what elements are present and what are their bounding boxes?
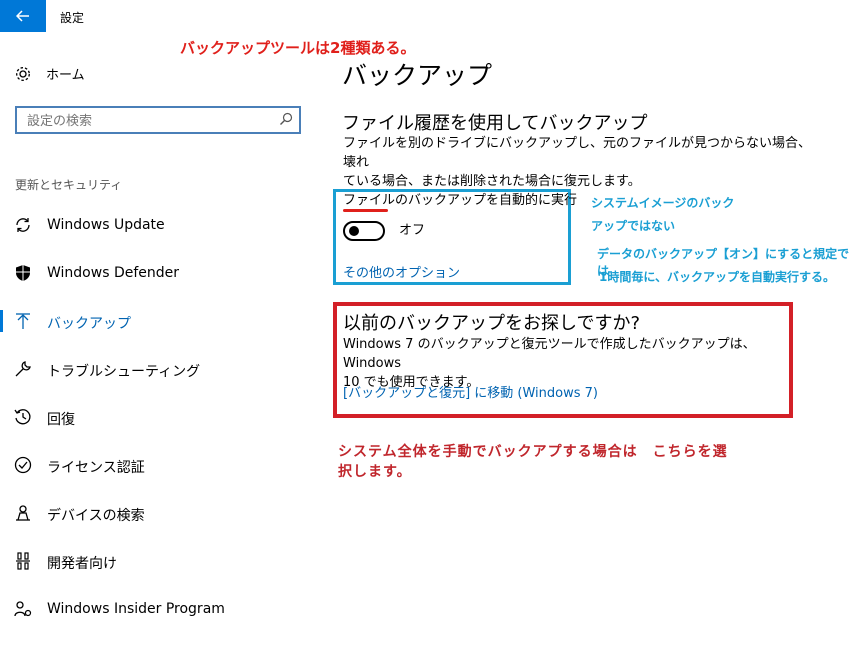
page-title: バックアップ — [342, 61, 493, 90]
check-circle-icon — [14, 456, 32, 474]
window-title: 設定 — [60, 11, 85, 25]
wrench-icon — [15, 361, 31, 377]
sidebar-item-developers[interactable]: 開発者向け — [0, 541, 320, 581]
auto-backup-toggle[interactable] — [343, 221, 385, 241]
sidebar-item-activation[interactable]: ライセンス認証 — [0, 445, 320, 485]
sidebar-item-label: バックアップ — [47, 316, 131, 332]
insider-icon — [14, 601, 32, 617]
section-label: 更新とセキュリティ — [15, 178, 123, 192]
file-history-description: ファイルを別のドライブにバックアップし、元のファイルが見つからない場合、壊れ て… — [343, 134, 813, 191]
sidebar-item-backup[interactable]: バックアップ — [0, 301, 320, 341]
sidebar-item-windows-update[interactable]: Windows Update — [0, 205, 320, 245]
sidebar-item-label: トラブルシューティング — [47, 364, 201, 380]
sidebar-item-label: 回復 — [47, 412, 75, 428]
sidebar-item-label: 開発者向け — [47, 556, 117, 572]
sidebar-item-windows-defender[interactable]: Windows Defender — [0, 253, 320, 293]
auto-backup-label: ファイルのバックアップを自動的に実行 — [343, 193, 578, 208]
toggle-knob — [349, 226, 359, 236]
sidebar-item-label: デバイスの検索 — [47, 508, 145, 524]
description-line: ファイルを別のドライブにバックアップし、元のファイルが見つからない場合、壊れ — [343, 136, 812, 170]
sidebar-item-label: Windows Update — [47, 217, 165, 233]
sidebar-item-find-device[interactable]: デバイスの検索 — [0, 493, 320, 533]
backup-restore-link[interactable]: [バックアップと復元] に移動 (Windows 7) — [343, 382, 598, 401]
annotation-red-note: システム全体を手動でバックアプする場合は こちらを選 択します。 — [338, 442, 788, 482]
sync-icon — [16, 218, 30, 232]
developer-icon — [16, 552, 30, 570]
annotation-underline — [343, 209, 388, 212]
sidebar-item-label: Windows Defender — [47, 265, 180, 281]
sidebar-item-recovery[interactable]: 回復 — [0, 397, 320, 437]
annotation-blue-line: アップではない — [591, 219, 676, 233]
sidebar-item-label: ライセンス認証 — [47, 460, 145, 476]
annotation-blue-line: システムイメージのバック — [591, 196, 735, 210]
arrow-up-icon — [16, 313, 30, 329]
annotation-top: バックアップツールは2種類ある。 — [180, 39, 416, 57]
home-label: ホーム — [46, 68, 85, 83]
search-icon[interactable] — [279, 112, 293, 126]
toggle-state-label: オフ — [399, 223, 426, 238]
file-history-heading: ファイル履歴を使用してバックアップ — [342, 113, 648, 134]
search-input[interactable] — [25, 111, 269, 131]
sidebar-item-label: Windows Insider Program — [47, 601, 225, 617]
back-button[interactable] — [0, 0, 46, 32]
search-box[interactable] — [15, 106, 301, 134]
annotation-blue-line: 1時間毎に、バックアップを自動実行する。 — [599, 270, 835, 284]
annotation-line: システム全体を手動でバックアプする場合は こちらを選 — [338, 444, 728, 460]
sidebar-item-insider[interactable]: Windows Insider Program — [0, 589, 320, 629]
older-backup-heading: 以前のバックアップをお探しですか? — [343, 313, 641, 334]
sidebar-item-troubleshoot[interactable]: トラブルシューティング — [0, 349, 320, 389]
annotation-line: 択します。 — [338, 464, 412, 480]
history-icon — [14, 409, 31, 425]
gear-icon — [16, 66, 30, 81]
person-pin-icon — [16, 505, 30, 521]
home-link[interactable]: ホーム — [14, 64, 85, 83]
title-bar — [0, 0, 856, 32]
shield-icon — [16, 265, 30, 281]
description-line: Windows 7 のバックアップと復元ツールで作成したバックアップは、Wind… — [343, 337, 756, 371]
back-arrow-icon — [16, 10, 29, 22]
more-options-link[interactable]: その他のオプション — [343, 262, 460, 281]
